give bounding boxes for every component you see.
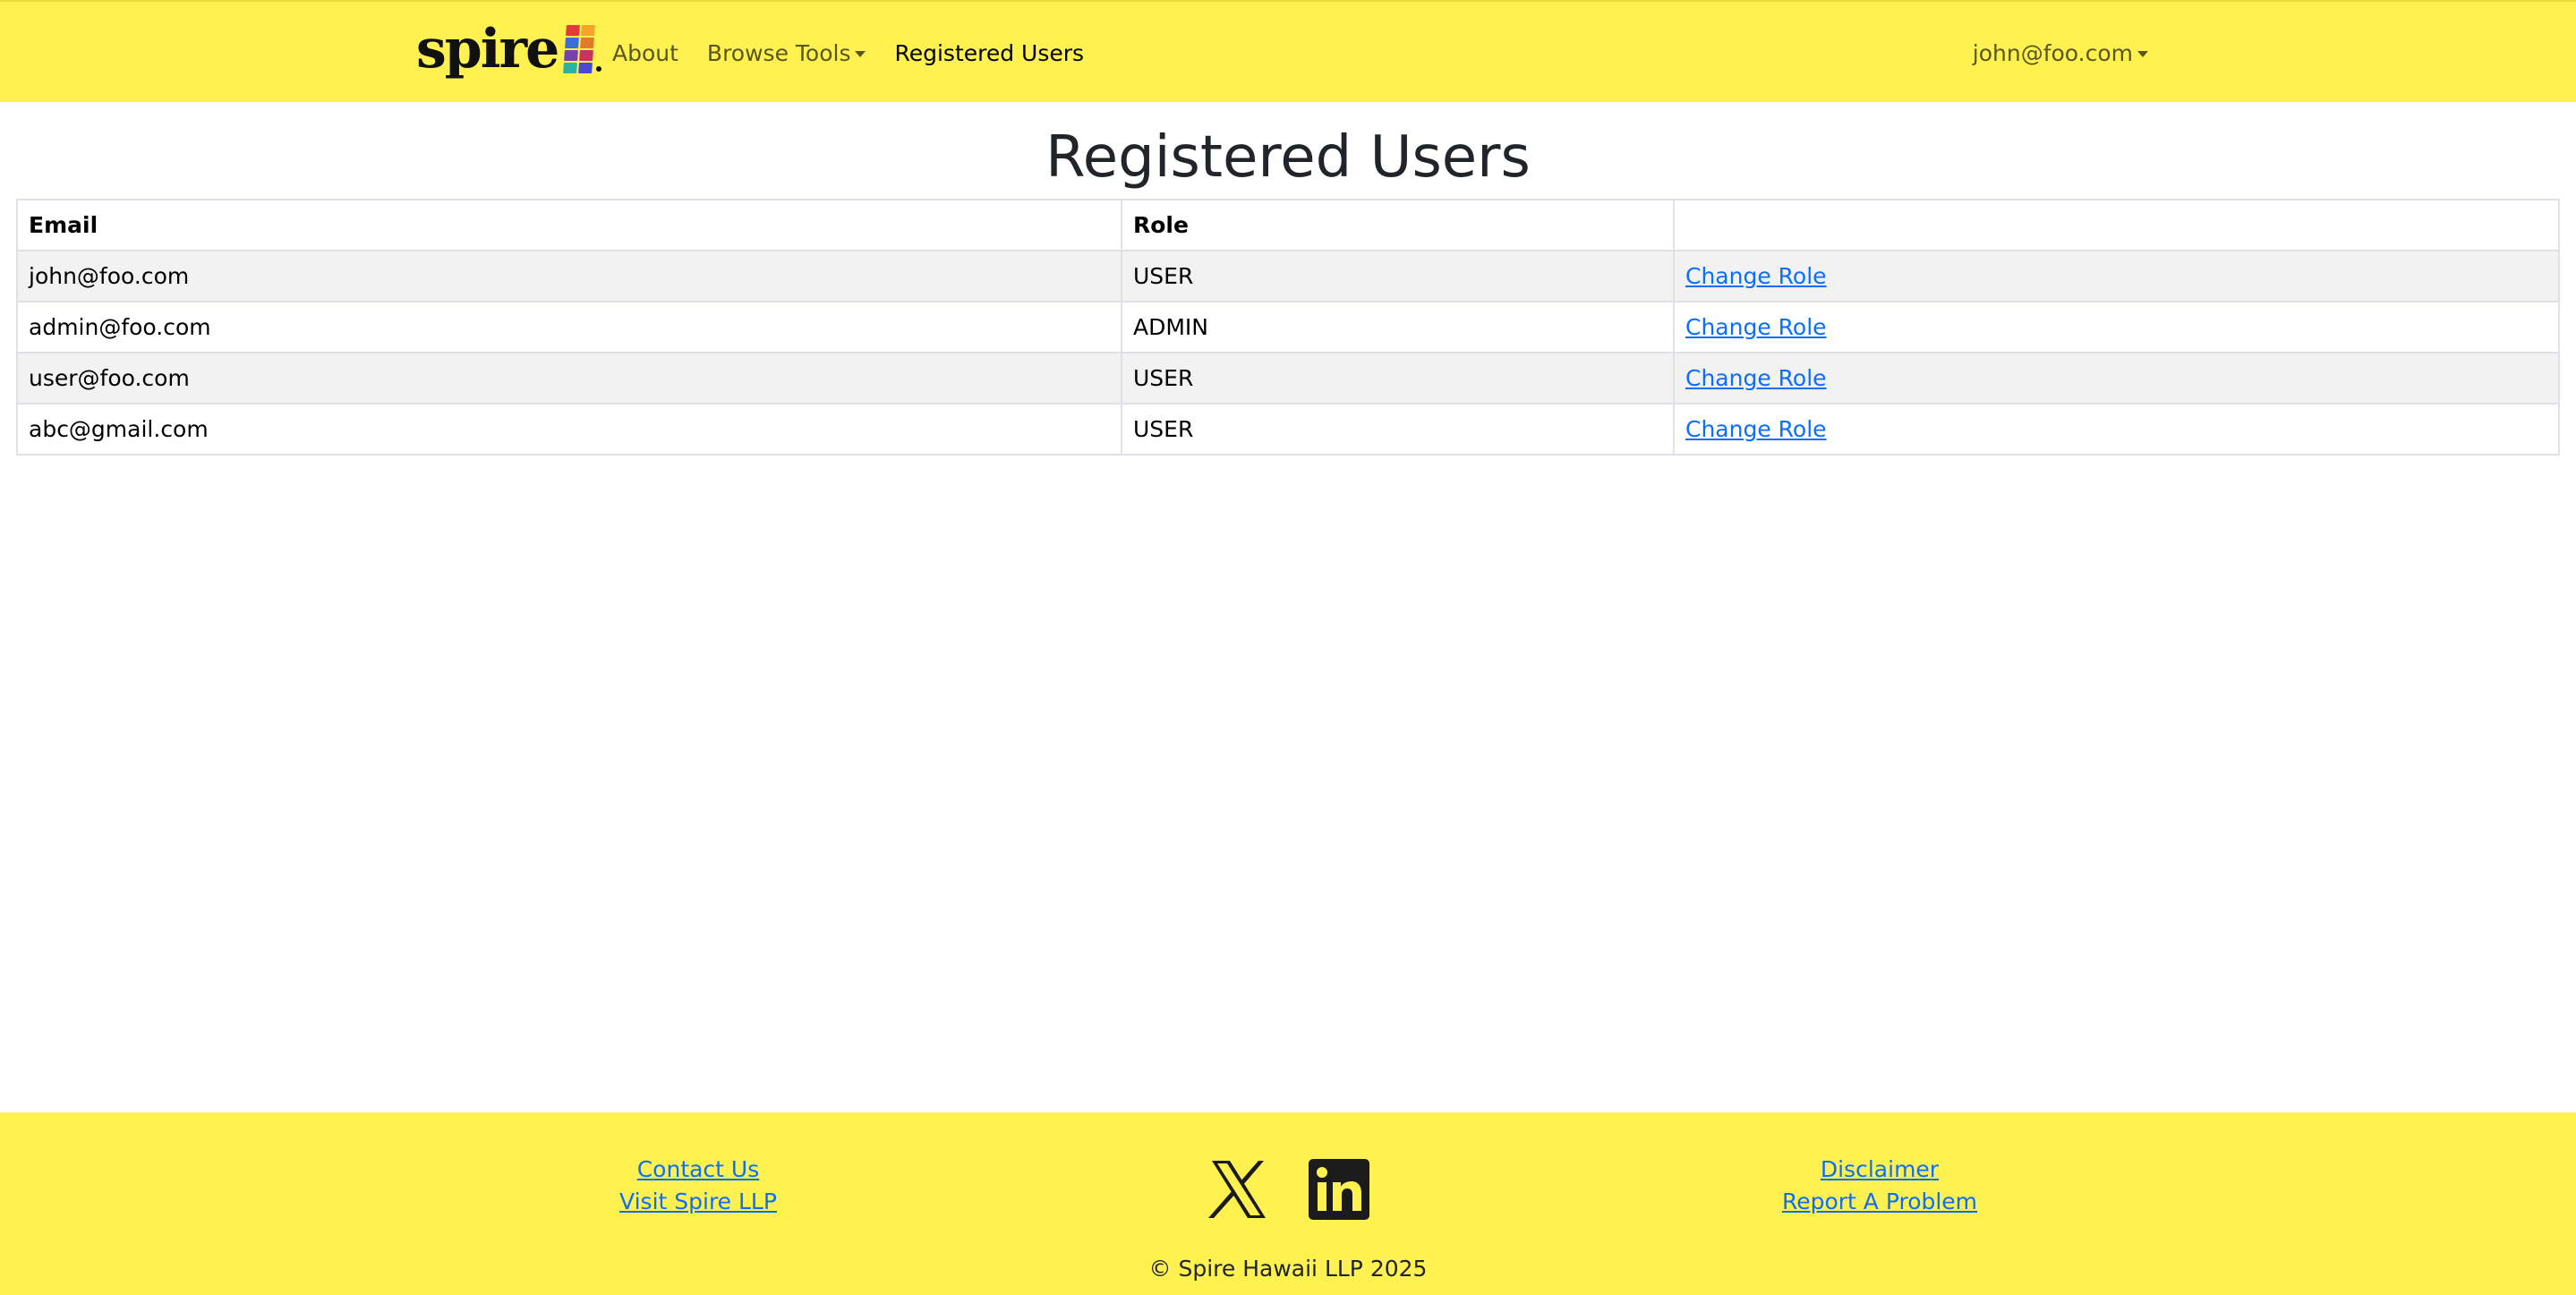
social-links	[1208, 1159, 1369, 1220]
cell-role: ADMIN	[1121, 301, 1675, 354]
header-role: Role	[1121, 199, 1675, 251]
cell-action: Change Role	[1673, 403, 2560, 456]
cell-role: USER	[1121, 250, 1675, 302]
disclaimer-link[interactable]: Disclaimer	[1781, 1154, 1978, 1186]
cell-email: john@foo.com	[16, 250, 1122, 302]
brand-name: spire	[416, 18, 559, 81]
nav-registered-users[interactable]: Registered Users	[894, 40, 1084, 66]
nav-browse-tools-label: Browse Tools	[706, 39, 851, 66]
spire-logo-mark-icon	[563, 25, 596, 73]
cell-email: abc@gmail.com	[16, 403, 1122, 456]
footer-left-links: Contact Us Visit Spire LLP	[609, 1154, 788, 1218]
spire-logo[interactable]: spire	[416, 18, 602, 81]
copyright-text: © Spire Hawaii LLP 2025	[1148, 1256, 1428, 1282]
change-role-link[interactable]: Change Role	[1685, 365, 1827, 391]
user-menu-dropdown[interactable]: john@foo.com	[1973, 2, 2148, 104]
nav-browse-tools-dropdown[interactable]: Browse Tools	[707, 40, 866, 66]
cell-email: user@foo.com	[16, 352, 1122, 405]
cell-action: Change Role	[1673, 250, 2560, 302]
x-logo-icon[interactable]	[1208, 1159, 1269, 1220]
table-header-row: Email Role	[16, 199, 2560, 251]
table-row: john@foo.com USER Change Role	[16, 250, 2560, 302]
brand-dot	[596, 66, 602, 72]
header-email: Email	[16, 199, 1122, 251]
table-row: admin@foo.com ADMIN Change Role	[16, 301, 2560, 354]
cell-role: USER	[1121, 352, 1675, 405]
cell-action: Change Role	[1673, 301, 2560, 354]
linkedin-icon[interactable]	[1309, 1159, 1369, 1220]
nav-about[interactable]: About	[612, 40, 678, 66]
caret-down-icon	[2137, 51, 2148, 57]
cell-email: admin@foo.com	[16, 301, 1122, 354]
cell-action: Change Role	[1673, 352, 2560, 405]
table-row: abc@gmail.com USER Change Role	[16, 403, 2560, 456]
nav-links: About Browse Tools Registered Users	[612, 2, 1113, 104]
change-role-link[interactable]: Change Role	[1685, 314, 1827, 340]
user-email: john@foo.com	[1972, 39, 2133, 66]
contact-us-link[interactable]: Contact Us	[609, 1154, 788, 1186]
cell-role: USER	[1121, 403, 1675, 456]
change-role-link[interactable]: Change Role	[1685, 263, 1827, 289]
caret-down-icon	[855, 51, 866, 57]
users-table: Email Role john@foo.com USER Change Role…	[16, 199, 2560, 456]
report-problem-link[interactable]: Report A Problem	[1781, 1186, 1978, 1218]
page-title: Registered Users	[1045, 124, 1531, 191]
header-actions	[1673, 199, 2560, 251]
footer: Contact Us Visit Spire LLP Disclaimer Re…	[0, 1112, 2576, 1295]
footer-right-links: Disclaimer Report A Problem	[1781, 1154, 1978, 1218]
visit-spire-link[interactable]: Visit Spire LLP	[609, 1186, 788, 1218]
navbar: spire About Browse Tools Registered User…	[0, 0, 2576, 102]
table-row: user@foo.com USER Change Role	[16, 352, 2560, 405]
change-role-link[interactable]: Change Role	[1685, 416, 1827, 442]
